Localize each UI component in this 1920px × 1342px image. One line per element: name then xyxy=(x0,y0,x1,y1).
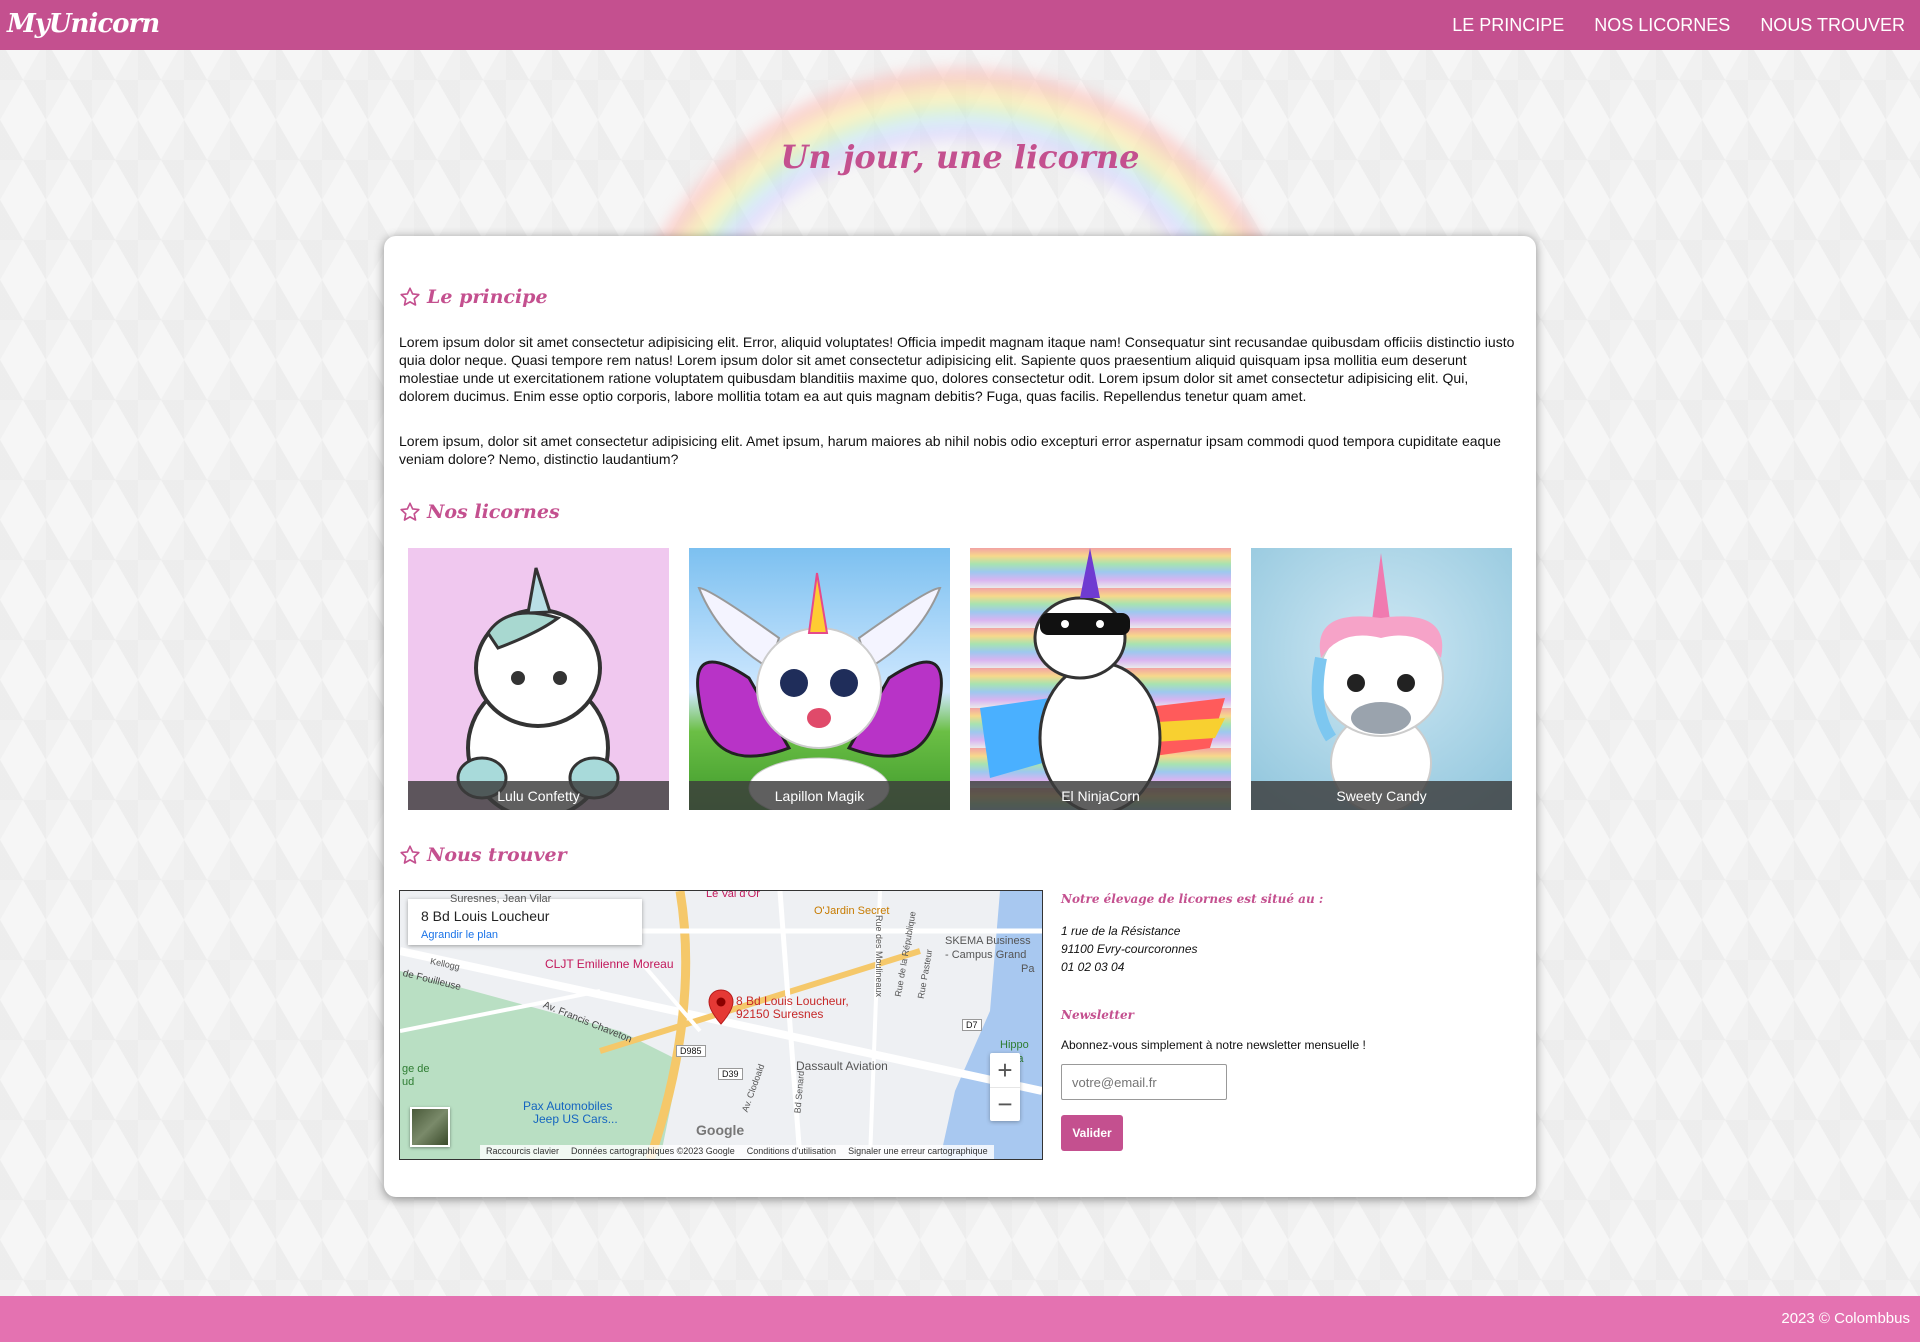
map-label: Le Val d'Or xyxy=(706,890,760,900)
map-marker-label-line: 92150 Suresnes xyxy=(736,1007,824,1021)
unicorn-illustration xyxy=(696,572,943,810)
unicorn-card-ninjacorn[interactable]: El NinjaCorn xyxy=(970,548,1231,810)
unicorn-card-lapillon[interactable]: Lapillon Magik xyxy=(689,548,950,810)
star-icon xyxy=(400,287,420,306)
star-icon xyxy=(400,502,420,521)
map-footer: Raccourcis clavier Données cartographiqu… xyxy=(480,1145,994,1159)
map-label: Dassault Aviation xyxy=(796,1059,888,1073)
unicorn-name: Sweety Candy xyxy=(1251,781,1512,810)
map-marker-icon[interactable] xyxy=(708,989,734,1025)
map-label: Hippo xyxy=(1000,1039,1029,1051)
unicorn-card-lulu[interactable]: Lulu Confetty xyxy=(408,548,669,810)
newsletter-email-input[interactable] xyxy=(1061,1064,1227,1100)
section-title-licornes: Nos licornes xyxy=(399,501,560,523)
map-label: ud xyxy=(402,1076,415,1088)
map-enlarge-link[interactable]: Agrandir le plan xyxy=(421,929,498,941)
unicorn-illustration xyxy=(1311,553,1444,810)
map-marker-label: 8 Bd Louis Loucheur, 92150 Suresnes xyxy=(736,995,849,1021)
unicorn-name: El NinjaCorn xyxy=(970,781,1231,810)
road-badge: D7 xyxy=(962,1019,982,1031)
map-footer-text: Données cartographiques ©2023 Google xyxy=(571,1146,735,1156)
google-map[interactable]: 8 Bd Louis Loucheur Agrandir le plan 8 B… xyxy=(399,890,1043,1160)
section-title-trouver: Nous trouver xyxy=(399,844,567,866)
newsletter-title: Newsletter xyxy=(1061,1008,1134,1022)
section-title-text: Nous trouver xyxy=(427,844,567,866)
map-label: Rue des Moulineaux xyxy=(874,914,885,998)
address-line: 1 rue de la Résistance xyxy=(1061,924,1181,938)
unicorn-name: Lapillon Magik xyxy=(689,781,950,810)
main-content-card: Le principe Lorem ipsum dolor sit amet c… xyxy=(384,236,1536,1197)
address-line: 91100 Evry-courcoronnes xyxy=(1061,942,1198,956)
map-label: - Campus Grand xyxy=(945,949,1027,961)
hero-title: Un jour, une licorne xyxy=(780,138,1140,176)
phone-number: 01 02 03 04 xyxy=(1061,960,1125,974)
map-label: ge de xyxy=(402,1063,430,1075)
copyright-text: 2023 © Colombbus xyxy=(1781,1310,1910,1327)
map-place-title: 8 Bd Louis Loucheur xyxy=(421,908,550,924)
unicorn-name: Lulu Confetty xyxy=(408,781,669,810)
map-zoom-controls: + − xyxy=(990,1053,1020,1121)
section-title-text: Nos licornes xyxy=(427,501,560,523)
road-badge: D985 xyxy=(676,1045,706,1057)
map-satellite-toggle[interactable] xyxy=(410,1107,450,1147)
zoom-in-button[interactable]: + xyxy=(990,1053,1020,1087)
map-label: Pax Automobiles xyxy=(523,1099,613,1113)
principe-paragraph-2: Lorem ipsum, dolor sit amet consectetur … xyxy=(399,433,1501,467)
address-block: 1 rue de la Résistance 91100 Evry-courco… xyxy=(1061,922,1481,976)
page-footer: 2023 © Colombbus xyxy=(0,1296,1920,1342)
newsletter-text: Abonnez-vous simplement à notre newslett… xyxy=(1061,1038,1366,1052)
zoom-out-button[interactable]: − xyxy=(990,1087,1020,1122)
unicorn-gallery: Lulu Confetty Lapillon Magik El NinjaCor… xyxy=(408,548,1512,810)
map-label: Suresnes, Jean Vilar xyxy=(450,893,552,905)
google-logo: Google xyxy=(696,1122,745,1138)
unicorn-illustration xyxy=(980,548,1225,810)
unicorn-illustration xyxy=(456,567,620,810)
section-title-principe: Le principe xyxy=(399,286,548,308)
rainbow-decoration xyxy=(0,0,1920,240)
map-label: SKEMA Business xyxy=(945,935,1031,947)
newsletter-submit-button[interactable]: Valider xyxy=(1061,1115,1123,1151)
map-label: Jeep US Cars... xyxy=(533,1112,618,1126)
location-info: Notre élevage de licornes est situé au :… xyxy=(1061,890,1481,1151)
principe-paragraph-1: Lorem ipsum dolor sit amet consectetur a… xyxy=(399,334,1515,404)
location-heading: Notre élevage de licornes est situé au : xyxy=(1061,892,1324,906)
map-footer-link[interactable]: Signaler une erreur cartographique xyxy=(842,1145,994,1159)
section-title-text: Le principe xyxy=(427,286,548,308)
star-icon xyxy=(400,845,420,864)
map-label: Pa xyxy=(1021,963,1035,975)
map-footer-link[interactable]: Conditions d'utilisation xyxy=(741,1145,842,1159)
map-footer-link[interactable]: Raccourcis clavier xyxy=(480,1145,565,1159)
road-badge: D39 xyxy=(718,1068,743,1080)
map-label: CLJT Emilienne Moreau xyxy=(545,957,674,971)
unicorn-card-sweety[interactable]: Sweety Candy xyxy=(1251,548,1512,810)
map-place-card: 8 Bd Louis Loucheur Agrandir le plan xyxy=(408,899,642,945)
